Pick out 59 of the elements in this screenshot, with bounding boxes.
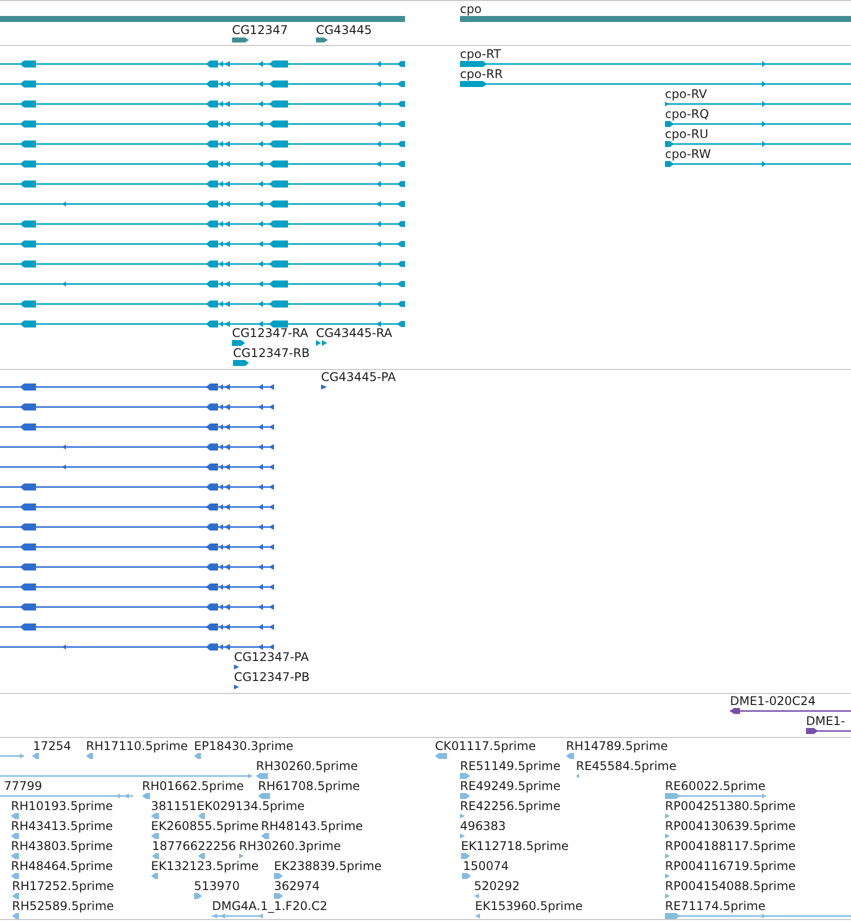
feature-label: RH01662.5prime	[142, 779, 244, 793]
feature-label: cpo-RV	[665, 87, 707, 101]
feature-label: RH52589.5prime	[12, 899, 114, 913]
feature-label: cpo	[460, 2, 482, 16]
feature-label: cpo-RR	[460, 67, 503, 81]
feature-label: 520292	[474, 879, 520, 893]
feature-label: RE42256.5prime	[460, 799, 560, 813]
feature-label: 381151	[151, 799, 197, 813]
feature-label: EK029134.5prime	[197, 799, 305, 813]
feature-label: RE60022.5prime	[665, 779, 766, 793]
feature-label: CG43445	[316, 23, 372, 37]
feature-label: RH10193.5prime	[11, 799, 113, 813]
feature-label: 496383	[460, 819, 506, 833]
feature-label: CG12347	[232, 23, 288, 37]
feature-label: cpo-RU	[665, 127, 708, 141]
feature-label: 17254	[33, 739, 72, 753]
feature-label: RE51149.5prime	[460, 759, 560, 773]
feature-label: 513970	[194, 879, 240, 893]
feature-label: RP004251380.5prime	[665, 799, 796, 813]
feature-label: RH48464.5prime	[11, 859, 113, 873]
feature-label: CG12347-RB	[233, 346, 310, 360]
feature-label: CG43445-PA	[321, 370, 396, 384]
feature-label: CG12347-PB	[234, 670, 310, 684]
feature-label: 150074	[463, 859, 509, 873]
feature-label: RE45584.5prime	[576, 759, 676, 773]
feature-label: EK153960.5prime	[475, 899, 583, 913]
feature-label: CG12347-PA	[234, 650, 309, 664]
feature-label: RH61708.5prime	[258, 779, 360, 793]
feature-label: EK132123.5prime	[151, 859, 259, 873]
feature-label: RH17252.5prime	[12, 879, 114, 893]
feature-label: RH43413.5prime	[11, 819, 113, 833]
feature-label: DME1-020C24	[730, 694, 816, 708]
feature-label: DMG4A.1_1.F20.C2	[212, 899, 328, 913]
feature-label: cpo-RQ	[665, 107, 709, 121]
feature-label: CK01117.5prime	[435, 739, 536, 753]
feature-label: 362974	[274, 879, 320, 893]
feature-label: EK260855.5prime	[151, 819, 259, 833]
feature-label: CG43445-RA	[316, 326, 392, 340]
feature-label: EK112718.5prime	[461, 839, 569, 853]
feature-label: RH30260.3prime	[239, 839, 341, 853]
feature-label: RP004116719.5prime	[665, 859, 796, 873]
feature-label: RP004130639.5prime	[665, 819, 796, 833]
feature-label: RH48143.5prime	[261, 819, 363, 833]
feature-label: RP004154088.5prime	[665, 879, 796, 893]
feature-label: cpo-RW	[665, 147, 711, 161]
feature-label: 77799	[4, 779, 42, 793]
feature-label: RH30260.5prime	[256, 759, 358, 773]
feature-label: RH14789.5prime	[566, 739, 668, 753]
feature-label: 18776622256	[152, 839, 236, 853]
feature-label: cpo-RT	[460, 47, 501, 61]
feature-label: DME1-	[806, 714, 846, 728]
feature-label: EP18430.3prime	[194, 739, 294, 753]
feature-label: RP004188117.5prime	[665, 839, 796, 853]
feature-label: RE49249.5prime	[460, 779, 560, 793]
feature-label: RH17110.5prime	[86, 739, 188, 753]
feature-label: EK238839.5prime	[274, 859, 382, 873]
feature-label: RH43803.5prime	[11, 839, 113, 853]
feature-label: RE71174.5prime	[665, 899, 766, 913]
feature-label: CG12347-RA	[232, 326, 308, 340]
